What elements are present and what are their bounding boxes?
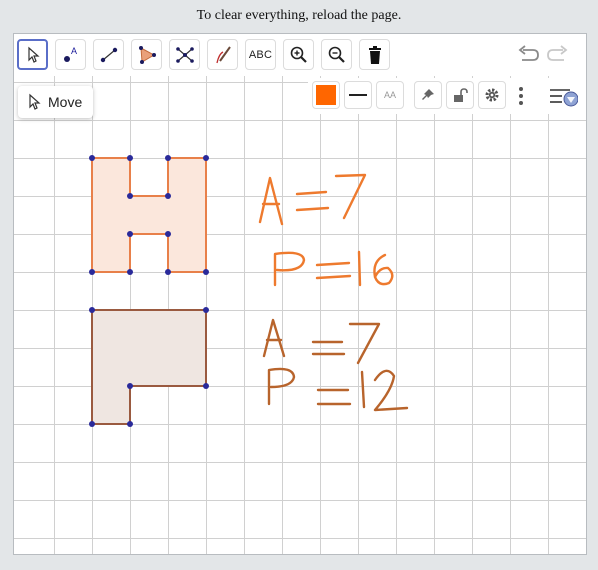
zoom-in-icon — [290, 46, 307, 63]
tool-delete-button[interactable] — [359, 39, 390, 70]
cursor-arrow-icon — [27, 46, 40, 63]
page-instructions: To clear everything, reload the page. — [196, 8, 402, 23]
more-vertical-icon — [519, 87, 523, 105]
style-bar-toggle-icon — [550, 89, 579, 107]
segment-icon — [100, 47, 117, 62]
line-style-button[interactable] — [344, 81, 372, 109]
pen-icon — [215, 45, 231, 63]
tooltip-label: Move — [48, 94, 83, 110]
intersect-icon — [175, 46, 194, 63]
cursor-arrow-icon — [29, 93, 41, 110]
polygon-icon — [138, 45, 156, 64]
color-button[interactable] — [312, 81, 340, 109]
redo-button[interactable] — [546, 44, 570, 69]
undo-button[interactable] — [516, 44, 540, 69]
tool-intersect-button[interactable] — [169, 39, 200, 70]
text-tool-label: ABC — [248, 48, 273, 61]
redo-icon — [547, 45, 568, 61]
zoom-out-icon — [328, 46, 345, 63]
lock-button[interactable] — [446, 81, 474, 109]
tool-pen-button[interactable] — [207, 39, 238, 70]
trash-icon — [368, 45, 381, 64]
color-swatch — [316, 85, 336, 105]
tool-polygon-button[interactable] — [131, 39, 162, 70]
tool-zoom-in-button[interactable] — [283, 39, 314, 70]
tool-tooltip: Move — [18, 86, 93, 118]
pin-icon — [422, 89, 434, 100]
gear-icon — [485, 88, 499, 102]
tool-text-button[interactable]: ABC — [245, 39, 276, 70]
style-bar: AA — [308, 78, 586, 114]
tool-zoom-out-button[interactable] — [321, 39, 352, 70]
undo-icon — [518, 45, 539, 61]
settings-button[interactable] — [478, 81, 506, 109]
point-icon: A — [63, 46, 77, 62]
pin-button[interactable] — [414, 81, 442, 109]
p-shape-polygon[interactable] — [91, 309, 207, 425]
main-toolbar: A ABC — [14, 34, 586, 76]
style-bar-toggle-button[interactable] — [548, 85, 579, 112]
geogebra-applet[interactable]: A ABC Move AA — [13, 33, 587, 555]
h-shape-polygon[interactable] — [91, 157, 207, 273]
text-size-label: AA — [383, 90, 396, 100]
more-menu-button[interactable] — [517, 86, 525, 111]
tool-segment-button[interactable] — [93, 39, 124, 70]
text-size-button[interactable]: AA — [376, 81, 404, 109]
tool-move-button[interactable] — [17, 39, 48, 70]
unlock-icon — [454, 88, 468, 102]
svg-text:A: A — [71, 46, 77, 56]
line-style-icon — [349, 94, 367, 96]
tool-point-button[interactable]: A — [55, 39, 86, 70]
